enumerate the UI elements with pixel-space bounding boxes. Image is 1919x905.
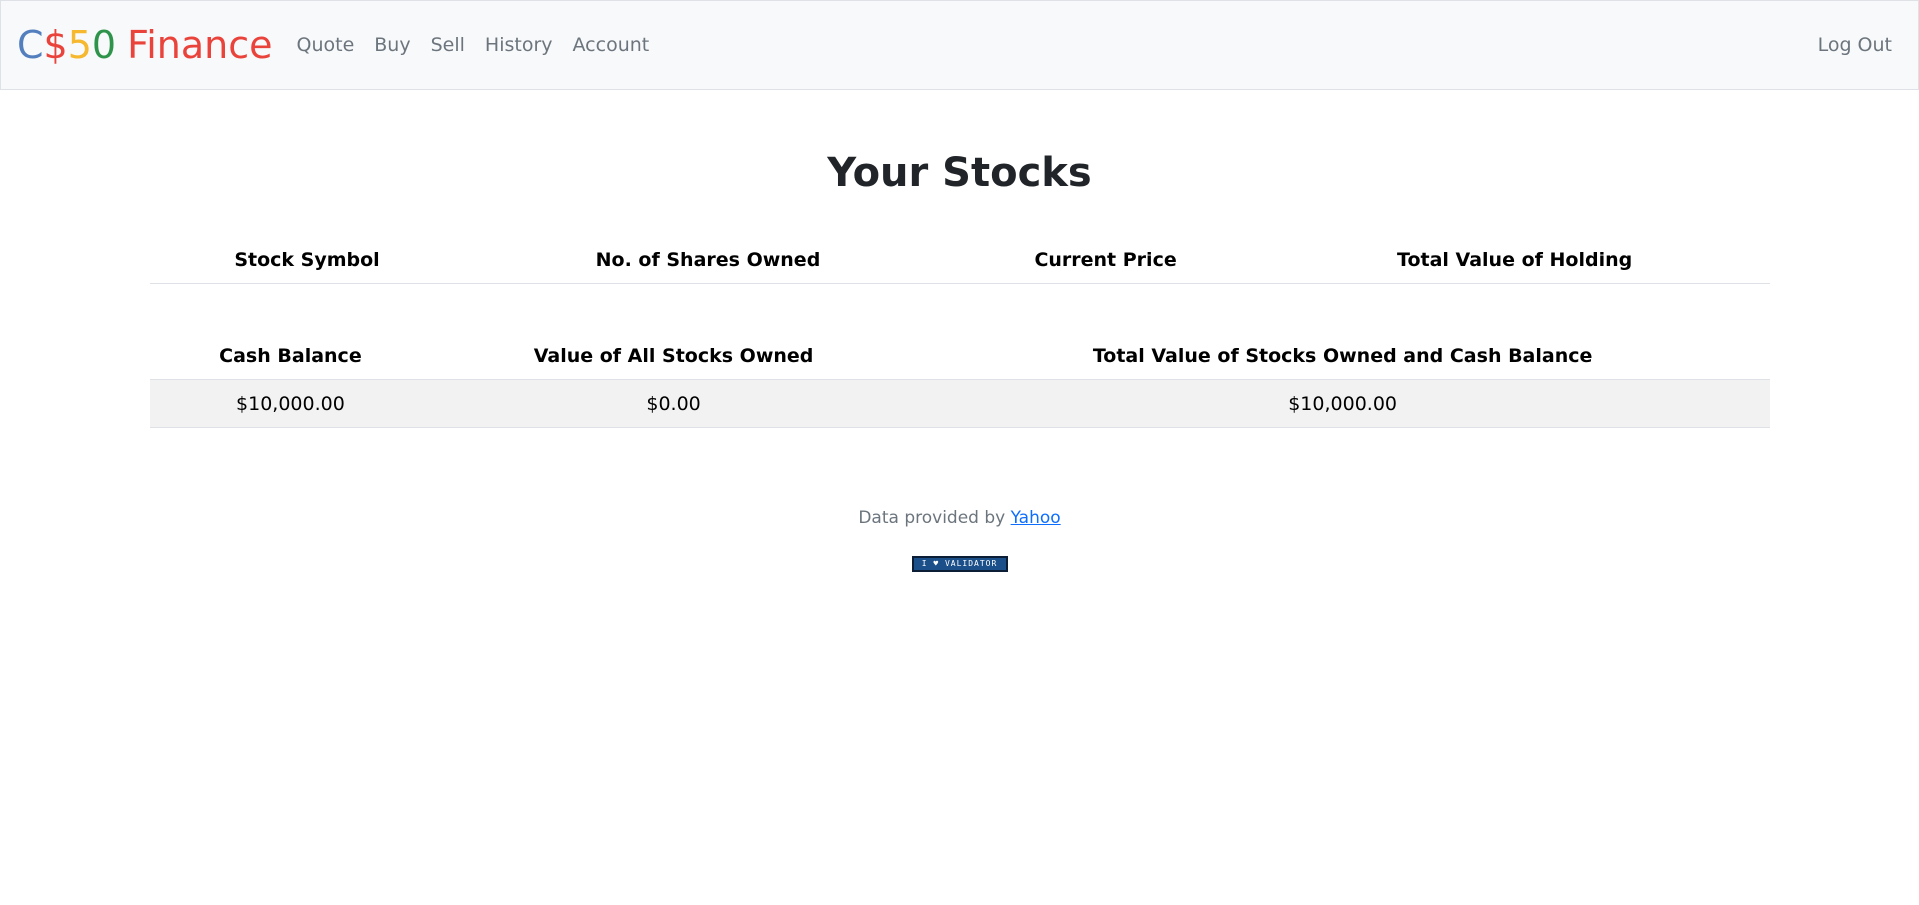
cash-balance-value: $10,000.00 (149, 379, 432, 428)
logout-link[interactable]: Log Out (1808, 34, 1902, 56)
brand-dollar: $ (43, 23, 68, 67)
navbar: C$50 Finance Quote Buy Sell History Accou… (0, 0, 1919, 90)
page-title: Your Stocks (827, 150, 1092, 196)
brand-five: 5 (67, 23, 92, 67)
validator-badge[interactable]: I ♥ VALIDATOR (911, 556, 1008, 572)
nav-history[interactable]: History (475, 34, 563, 56)
attribution-text: Data provided by (858, 508, 1011, 528)
total-value: $10,000.00 (915, 379, 1770, 428)
header-shares-owned: No. of Shares Owned (464, 236, 952, 284)
nav-right: Log Out (1808, 34, 1902, 56)
brand-logo[interactable]: C$50 Finance (17, 26, 273, 64)
nav-links: Quote Buy Sell History Account (287, 34, 660, 56)
brand-zero: 0 (91, 23, 117, 67)
data-attribution: Data provided by Yahoo (150, 508, 1770, 528)
table-row: $10,000.00 $0.00 $10,000.00 (149, 379, 1770, 428)
header-total-value-holding: Total Value of Holding (1259, 236, 1770, 284)
stocks-value: $0.00 (431, 379, 916, 428)
brand-c: C (17, 23, 44, 67)
nav-sell[interactable]: Sell (421, 34, 475, 56)
brand-finance: Finance (127, 23, 273, 67)
nav-quote[interactable]: Quote (287, 34, 365, 56)
stocks-table-header-row: Stock Symbol No. of Shares Owned Current… (149, 236, 1770, 284)
footer: Data provided by Yahoo I ♥ VALIDATOR (150, 508, 1770, 572)
nav-account[interactable]: Account (563, 34, 660, 56)
yahoo-link[interactable]: Yahoo (1011, 508, 1061, 528)
main-content: Your Stocks Stock Symbol No. of Shares O… (149, 90, 1770, 572)
header-cash-balance: Cash Balance (149, 332, 432, 380)
summary-table-header-row: Cash Balance Value of All Stocks Owned T… (149, 332, 1770, 380)
header-total-value-stocks-cash: Total Value of Stocks Owned and Cash Bal… (915, 332, 1770, 380)
header-current-price: Current Price (951, 236, 1260, 284)
header-stock-symbol: Stock Symbol (149, 236, 465, 284)
stocks-table: Stock Symbol No. of Shares Owned Current… (149, 236, 1770, 284)
nav-buy[interactable]: Buy (364, 34, 420, 56)
header-value-all-stocks: Value of All Stocks Owned (431, 332, 916, 380)
summary-table: Cash Balance Value of All Stocks Owned T… (149, 332, 1770, 428)
